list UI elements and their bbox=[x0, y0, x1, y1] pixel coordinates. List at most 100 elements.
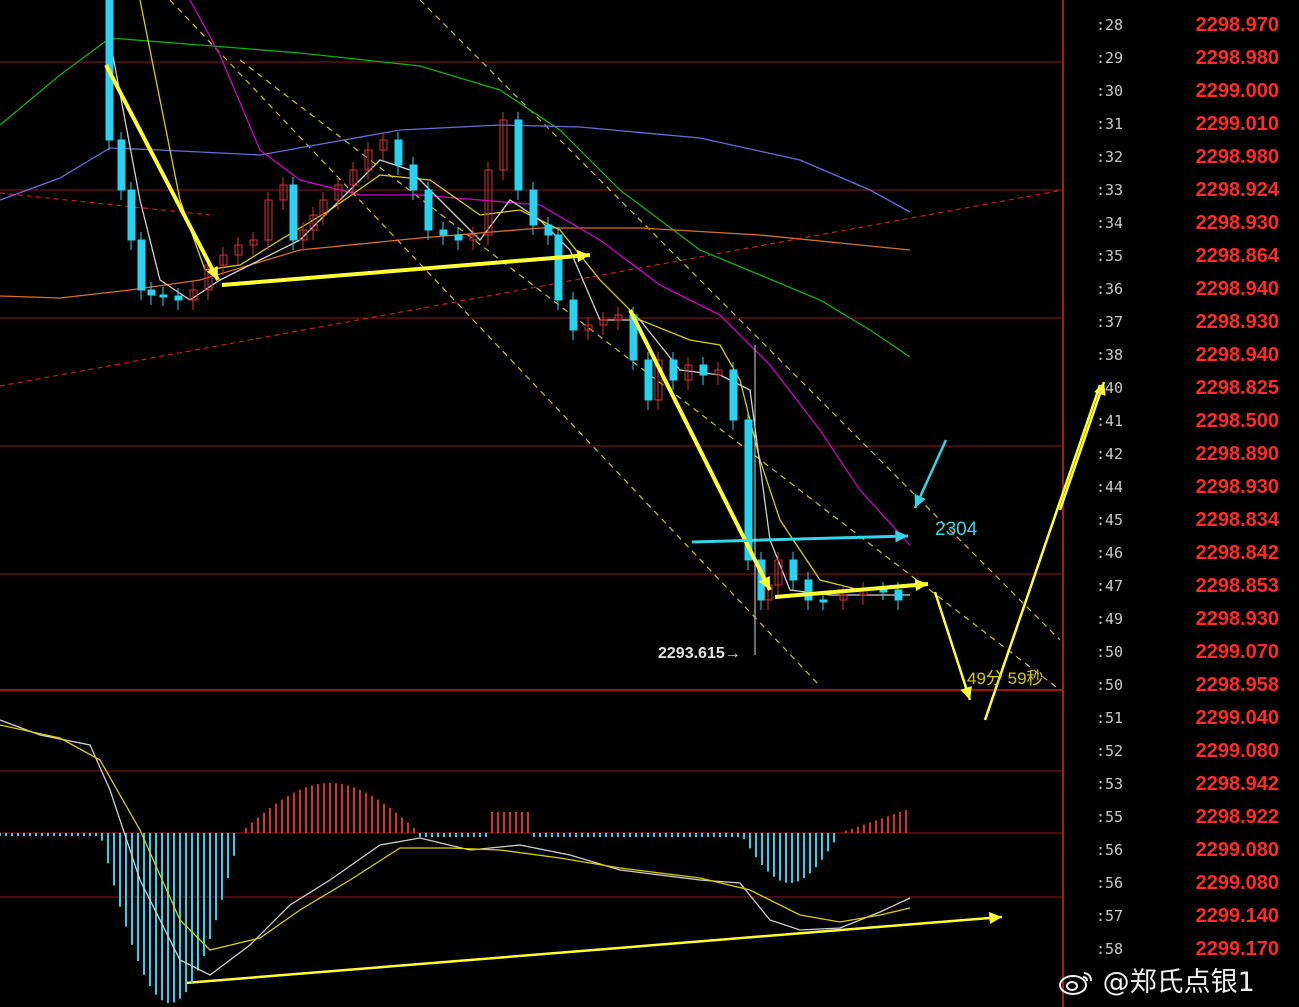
trend-arrow-head bbox=[914, 578, 928, 592]
tick-price-label: 2299.000 bbox=[1195, 80, 1279, 102]
tick-price-label: 2298.930 bbox=[1195, 476, 1279, 498]
moving-average-line bbox=[0, 124, 911, 213]
axis-row: :45 2298.834 bbox=[1068, 503, 1299, 536]
tick-time-label: :44 bbox=[1096, 478, 1124, 496]
tick-price-label: 2298.930 bbox=[1195, 212, 1279, 234]
tick-time-label: :47 bbox=[1096, 577, 1124, 595]
tick-time-label: :42 bbox=[1096, 445, 1124, 463]
axis-row: :46 2298.842 bbox=[1068, 536, 1299, 569]
axis-row: :50 2299.070 bbox=[1068, 635, 1299, 668]
axis-row: :34 2298.930 bbox=[1068, 206, 1299, 239]
candle bbox=[544, 224, 553, 236]
trend-arrow bbox=[221, 253, 591, 287]
tick-price-label: 2298.940 bbox=[1195, 278, 1279, 300]
tick-price-label: 2298.825 bbox=[1195, 377, 1279, 399]
tick-price-label: 2299.140 bbox=[1195, 905, 1279, 927]
level-label: 2304 bbox=[935, 519, 978, 540]
candle bbox=[729, 369, 738, 421]
axis-row: :41 2298.500 bbox=[1068, 404, 1299, 437]
candle bbox=[439, 229, 448, 236]
indicator-trend-arrow-head bbox=[988, 911, 1002, 925]
tick-time-label: :28 bbox=[1096, 16, 1124, 34]
tick-price-label: 2299.080 bbox=[1195, 839, 1279, 861]
axis-row: :51 2299.040 bbox=[1068, 701, 1299, 734]
tick-price-label: 2299.070 bbox=[1195, 641, 1279, 663]
tick-price-label: 2298.842 bbox=[1195, 542, 1279, 564]
tick-time-label: :52 bbox=[1096, 742, 1124, 760]
level-arrow bbox=[691, 534, 909, 544]
tick-time-label: :57 bbox=[1096, 907, 1124, 925]
candle bbox=[554, 234, 563, 301]
tick-time-label: :29 bbox=[1096, 49, 1124, 67]
axis-row: :52 2299.080 bbox=[1068, 734, 1299, 767]
tick-price-label: 2299.040 bbox=[1195, 707, 1279, 729]
candle bbox=[699, 364, 708, 376]
indicator-trend-arrow bbox=[184, 915, 1003, 985]
watermark: @郑氏点银1 bbox=[1058, 960, 1255, 999]
axis-row: :49 2298.930 bbox=[1068, 602, 1299, 635]
candle bbox=[529, 189, 538, 226]
axis-row: :57 2299.140 bbox=[1068, 899, 1299, 932]
channel-line bbox=[419, 0, 1061, 641]
axis-row: :55 2298.922 bbox=[1068, 800, 1299, 833]
tick-price-label: 2298.922 bbox=[1195, 806, 1279, 828]
tick-time-label: :38 bbox=[1096, 346, 1124, 364]
candle bbox=[409, 164, 418, 191]
tick-price-label: 2298.500 bbox=[1195, 410, 1279, 432]
tick-time-label: :34 bbox=[1096, 214, 1124, 232]
axis-row: :38 2298.940 bbox=[1068, 338, 1299, 371]
tick-price-label: 2299.080 bbox=[1195, 740, 1279, 762]
candle bbox=[804, 579, 813, 601]
candle bbox=[117, 139, 126, 191]
candle bbox=[789, 559, 798, 581]
tick-time-label: :53 bbox=[1096, 775, 1124, 793]
tick-price-label: 2299.170 bbox=[1195, 938, 1279, 960]
candle bbox=[514, 119, 523, 191]
tick-time-label: :31 bbox=[1096, 115, 1124, 133]
candle bbox=[127, 189, 136, 241]
candle bbox=[879, 589, 888, 593]
tick-time-label: :50 bbox=[1096, 676, 1124, 694]
tick-price-label: 2298.834 bbox=[1195, 509, 1279, 531]
tick-price-label: 2298.853 bbox=[1195, 575, 1279, 597]
axis-row: :42 2298.890 bbox=[1068, 437, 1299, 470]
tick-price-label: 2298.958 bbox=[1195, 674, 1279, 696]
tick-time-label: :50 bbox=[1096, 643, 1124, 661]
axis-row: :33 2298.924 bbox=[1068, 173, 1299, 206]
tick-time-label: :40 bbox=[1096, 379, 1124, 397]
axis-row: :30 2299.000 bbox=[1068, 74, 1299, 107]
axis-row: :50 2298.958 bbox=[1068, 668, 1299, 701]
candle bbox=[147, 289, 156, 296]
axis-row: :35 2298.864 bbox=[1068, 239, 1299, 272]
axis-row: :28 2298.970 bbox=[1068, 8, 1299, 41]
axis-row: :44 2298.930 bbox=[1068, 470, 1299, 503]
moving-average-line bbox=[139, 0, 911, 591]
tick-time-label: :51 bbox=[1096, 709, 1124, 727]
tick-time-label: :56 bbox=[1096, 841, 1124, 859]
tick-price-label: 2298.890 bbox=[1195, 443, 1279, 465]
tick-price-label: 2298.980 bbox=[1195, 146, 1279, 168]
tick-time-label: :41 bbox=[1096, 412, 1124, 430]
moving-average-line bbox=[189, 0, 911, 546]
axis-row: :40 2298.825 bbox=[1068, 371, 1299, 404]
axis-row: :36 2298.940 bbox=[1068, 272, 1299, 305]
axis-row: :29 2298.980 bbox=[1068, 41, 1299, 74]
axis-row: :56 2299.080 bbox=[1068, 866, 1299, 899]
candle bbox=[644, 359, 653, 401]
tick-time-label: :37 bbox=[1096, 313, 1124, 331]
tick-time-label: :46 bbox=[1096, 544, 1124, 562]
axis-row: :56 2299.080 bbox=[1068, 833, 1299, 866]
candle bbox=[289, 184, 298, 241]
watermark-text: @郑氏点银1 bbox=[1102, 967, 1255, 998]
countdown-timer-label: 49分 59秒 bbox=[967, 669, 1044, 688]
candle bbox=[424, 189, 433, 231]
tick-price-label: 2298.942 bbox=[1195, 773, 1279, 795]
axis-row: :37 2298.930 bbox=[1068, 305, 1299, 338]
candle bbox=[569, 299, 578, 331]
tick-price-label: 2298.924 bbox=[1195, 179, 1279, 201]
axis-row: :31 2299.010 bbox=[1068, 107, 1299, 140]
channel-line bbox=[169, 0, 821, 687]
candle bbox=[894, 589, 903, 601]
tick-time-label: :45 bbox=[1096, 511, 1124, 529]
candle bbox=[174, 295, 183, 301]
